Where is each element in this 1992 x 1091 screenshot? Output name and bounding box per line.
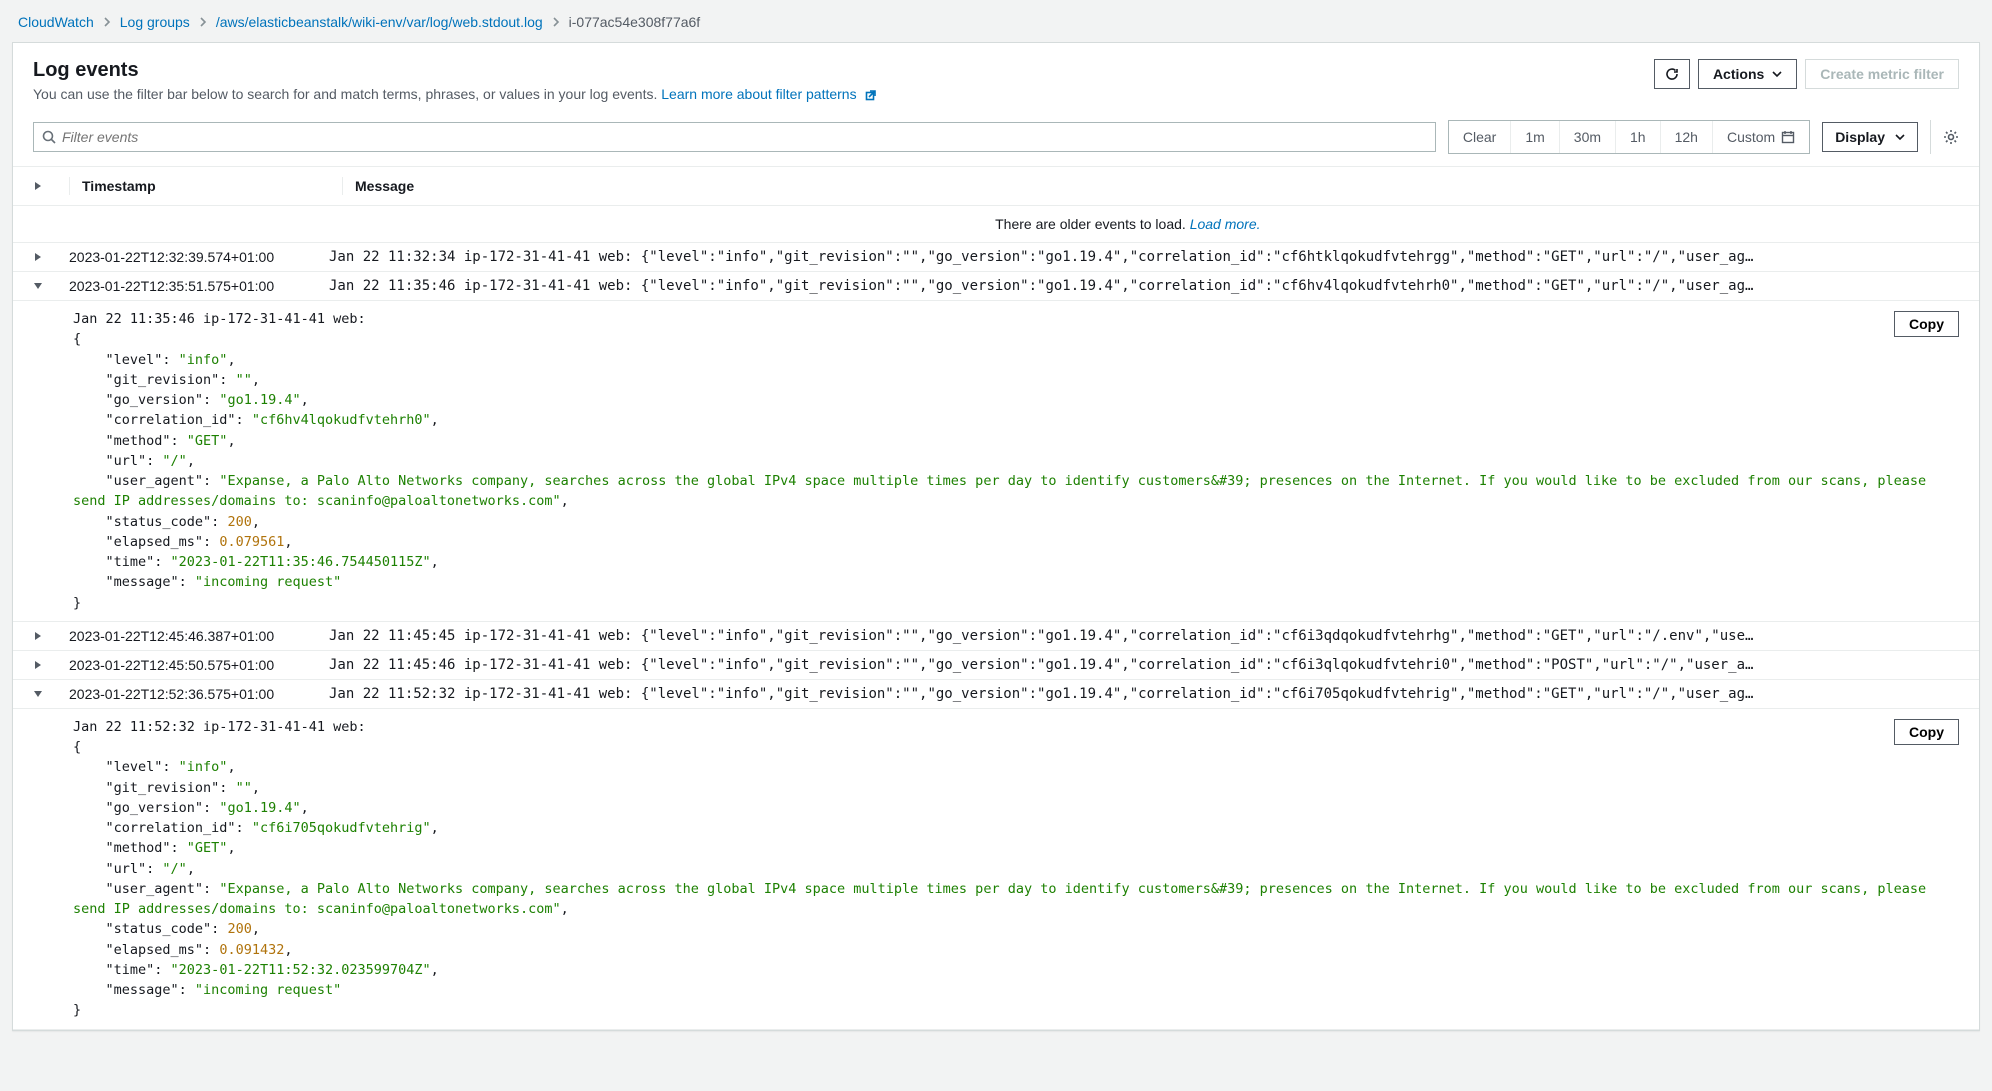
expand-toggle[interactable] [33, 281, 69, 291]
refresh-icon [1665, 67, 1679, 81]
older-events-banner: There are older events to load. Load mor… [13, 206, 1979, 243]
triangle-right-icon [33, 631, 43, 641]
calendar-icon [1781, 130, 1795, 144]
chevron-right-icon [551, 17, 561, 27]
search-input[interactable] [62, 129, 1427, 145]
time-12h[interactable]: 12h [1660, 121, 1712, 153]
search-icon [42, 130, 62, 144]
time-1h[interactable]: 1h [1615, 121, 1660, 153]
panel-header: Log events You can use the filter bar be… [13, 43, 1979, 116]
log-row: 2023-01-22T12:35:51.575+01:00Jan 22 11:3… [13, 272, 1979, 301]
log-rows: 2023-01-22T12:32:39.574+01:00Jan 22 11:3… [13, 243, 1979, 1030]
log-row: 2023-01-22T12:52:36.575+01:00Jan 22 11:5… [13, 680, 1979, 709]
time-range-segmented: Clear 1m 30m 1h 12h Custom [1448, 120, 1810, 154]
breadcrumb-link[interactable]: CloudWatch [18, 14, 94, 30]
expand-toggle[interactable] [33, 689, 69, 699]
expand-toggle[interactable] [33, 252, 69, 262]
load-more-link[interactable]: Load more. [1190, 216, 1261, 232]
search-input-wrap[interactable] [33, 122, 1436, 152]
expand-toggle[interactable] [33, 660, 69, 670]
page-title: Log events [33, 59, 877, 82]
actions-button[interactable]: Actions [1698, 59, 1797, 89]
row-message: Jan 22 11:45:45 ip-172-31-41-41 web: {"l… [329, 628, 1959, 644]
row-timestamp: 2023-01-22T12:45:46.387+01:00 [69, 628, 329, 644]
log-row: 2023-01-22T12:45:46.387+01:00Jan 22 11:4… [13, 622, 1979, 651]
row-message: Jan 22 11:52:32 ip-172-31-41-41 web: {"l… [329, 686, 1959, 702]
log-row: 2023-01-22T12:32:39.574+01:00Jan 22 11:3… [13, 243, 1979, 272]
time-clear[interactable]: Clear [1449, 121, 1510, 153]
copy-button[interactable]: Copy [1894, 719, 1959, 745]
row-timestamp: 2023-01-22T12:52:36.575+01:00 [69, 686, 329, 702]
triangle-down-icon [33, 689, 43, 699]
col-header-message: Message [355, 178, 1959, 194]
refresh-button[interactable] [1654, 59, 1690, 89]
external-link-icon [865, 88, 877, 104]
log-row-detail: CopyJan 22 11:52:32 ip-172-31-41-41 web:… [13, 709, 1979, 1030]
log-row-detail: CopyJan 22 11:35:46 ip-172-31-41-41 web:… [13, 301, 1979, 622]
row-message: Jan 22 11:32:34 ip-172-31-41-41 web: {"l… [329, 249, 1959, 265]
row-timestamp: 2023-01-22T12:32:39.574+01:00 [69, 249, 329, 265]
breadcrumb-link[interactable]: /aws/elasticbeanstalk/wiki-env/var/log/w… [216, 14, 543, 30]
row-timestamp: 2023-01-22T12:35:51.575+01:00 [69, 278, 329, 294]
display-button[interactable]: Display [1822, 122, 1918, 152]
row-message: Jan 22 11:45:46 ip-172-31-41-41 web: {"l… [329, 657, 1959, 673]
triangle-right-icon [33, 252, 43, 262]
breadcrumb-current: i-077ac54e308f77a6f [569, 14, 701, 30]
time-30m[interactable]: 30m [1559, 121, 1615, 153]
row-message: Jan 22 11:35:46 ip-172-31-41-41 web: {"l… [329, 278, 1959, 294]
chevron-right-icon [198, 17, 208, 27]
copy-button[interactable]: Copy [1894, 311, 1959, 337]
toolbar: Clear 1m 30m 1h 12h Custom Display [13, 116, 1979, 166]
chevron-right-icon [102, 17, 112, 27]
caret-down-icon [1895, 132, 1905, 142]
breadcrumb: CloudWatch Log groups /aws/elasticbeanst… [18, 14, 1980, 30]
expand-all-icon[interactable] [33, 181, 43, 191]
create-metric-filter-button[interactable]: Create metric filter [1805, 59, 1959, 89]
caret-down-icon [1772, 69, 1782, 79]
divider [1930, 120, 1931, 154]
log-row: 2023-01-22T12:45:50.575+01:00Jan 22 11:4… [13, 651, 1979, 680]
col-header-timestamp: Timestamp [82, 178, 342, 194]
time-1m[interactable]: 1m [1510, 121, 1558, 153]
learn-more-link[interactable]: Learn more about filter patterns [661, 86, 876, 102]
expand-toggle[interactable] [33, 631, 69, 641]
breadcrumb-link[interactable]: Log groups [120, 14, 190, 30]
table-header: Timestamp Message [13, 166, 1979, 206]
time-custom[interactable]: Custom [1712, 121, 1809, 153]
page-subtitle: You can use the filter bar below to sear… [33, 86, 877, 104]
settings-button[interactable] [1943, 129, 1959, 145]
row-timestamp: 2023-01-22T12:45:50.575+01:00 [69, 657, 329, 673]
triangle-right-icon [33, 660, 43, 670]
triangle-down-icon [33, 281, 43, 291]
log-events-panel: Log events You can use the filter bar be… [12, 42, 1980, 1031]
